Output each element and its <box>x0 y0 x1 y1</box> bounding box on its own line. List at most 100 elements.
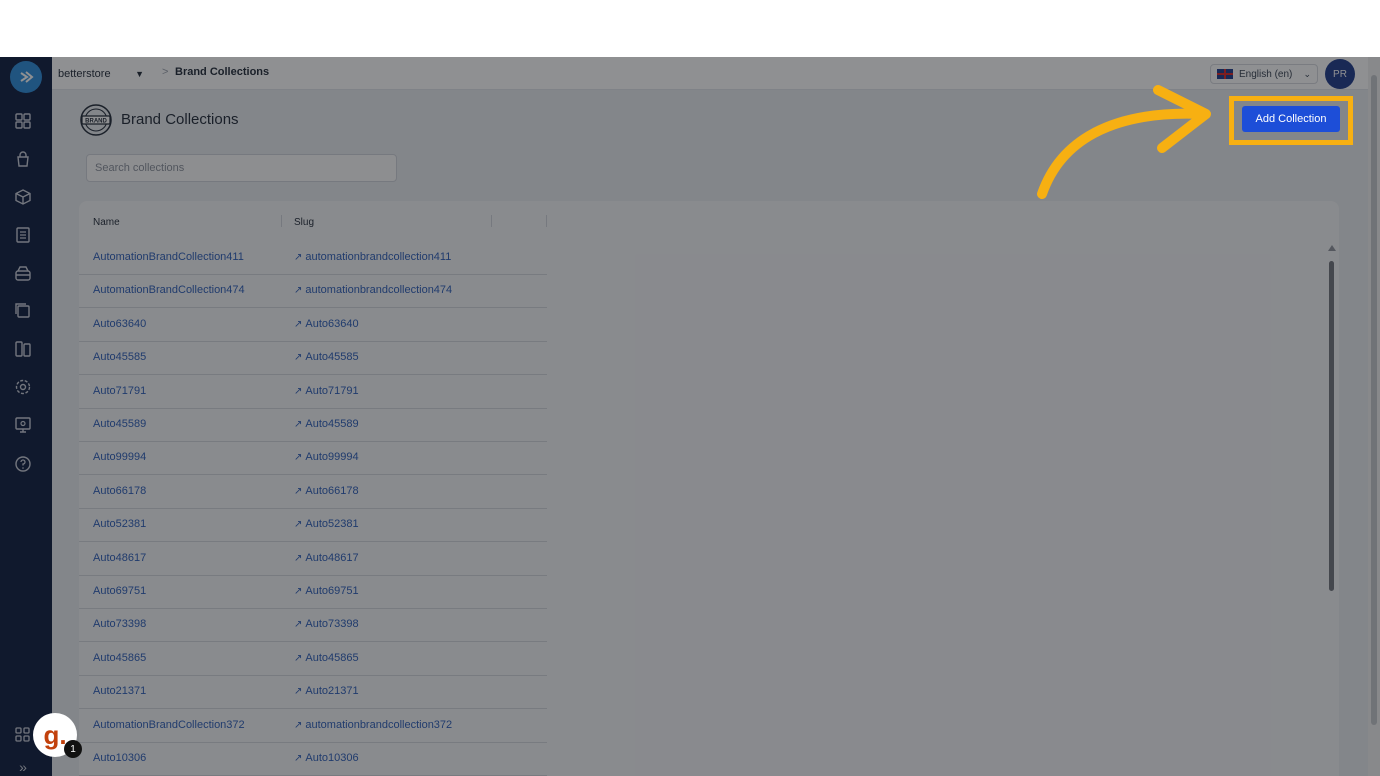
slug-text: automationbrandcollection372 <box>305 718 453 731</box>
scrollbar-thumb[interactable] <box>1371 75 1377 725</box>
highlight-frame <box>1229 96 1353 145</box>
catalog-icon[interactable] <box>13 225 33 245</box>
collection-name-link[interactable]: Auto71791 <box>93 385 146 397</box>
external-link-icon: ↗ <box>294 519 303 531</box>
search-input[interactable]: Search collections <box>86 154 397 182</box>
scrollbar-thumb[interactable] <box>1329 261 1334 591</box>
collection-slug-link[interactable]: ↗ Auto21371 <box>294 685 359 697</box>
collection-slug-link[interactable]: ↗ Auto48617 <box>294 552 359 564</box>
breadcrumb-current: Brand Collections <box>175 66 270 78</box>
table-row[interactable]: Auto63640 ↗ Auto63640 <box>79 308 547 342</box>
slug-text: Auto10306 <box>305 752 359 764</box>
collection-slug-link[interactable]: ↗ Auto71791 <box>294 385 359 397</box>
collection-slug-link[interactable]: ↗ Auto45865 <box>294 652 359 664</box>
chevron-down-icon: ▼ <box>135 69 144 79</box>
collection-slug-link[interactable]: ↗ Auto66178 <box>294 485 359 497</box>
breadcrumb-separator: > <box>162 66 169 78</box>
page-scrollbar[interactable] <box>1368 57 1380 776</box>
slug-text: Auto52381 <box>305 518 359 531</box>
collections-table: Name Slug AutomationBrandCollection411 ↗ a… <box>79 201 1339 776</box>
apps-icon[interactable] <box>13 725 33 745</box>
collection-slug-link[interactable]: ↗ Auto45585 <box>294 351 359 363</box>
slug-text: Auto45585 <box>305 351 359 364</box>
column-divider[interactable] <box>491 215 492 227</box>
collection-name-link[interactable]: Auto99994 <box>93 451 146 463</box>
slug-text: Auto73398 <box>305 618 359 631</box>
table-row[interactable]: Auto10306 ↗ Auto10306 <box>79 742 547 776</box>
dashboard-icon[interactable] <box>13 111 33 131</box>
collection-slug-link[interactable]: ↗ Auto63640 <box>294 318 359 330</box>
slug-text: Auto66178 <box>305 484 359 497</box>
collection-slug-link[interactable]: ↗ Auto45589 <box>294 418 359 430</box>
table-row[interactable]: AutomationBrandCollection411 ↗ automationb… <box>79 241 547 275</box>
collection-slug-link[interactable]: ↗ Auto10306 <box>294 752 359 764</box>
external-link-icon: ↗ <box>294 753 303 764</box>
table-row[interactable]: Auto48617 ↗ Auto48617 <box>79 542 547 576</box>
expand-icon[interactable]: » <box>13 757 33 776</box>
collection-name-link[interactable]: Auto69751 <box>93 585 146 597</box>
pointer-arrow-icon <box>1037 85 1211 199</box>
help-icon[interactable] <box>13 454 33 474</box>
page-title: Brand Collections <box>121 111 239 128</box>
chevron-down-icon: ⌄ <box>1303 68 1311 79</box>
content-icon[interactable] <box>13 339 33 359</box>
table-row[interactable]: Auto45865 ↗ Auto45865 <box>79 642 547 676</box>
collection-name-link[interactable]: Auto66178 <box>93 485 146 497</box>
collection-name-link[interactable]: Auto21371 <box>93 685 146 697</box>
inventory-icon[interactable] <box>13 263 33 283</box>
column-header-name[interactable]: Name <box>93 217 120 228</box>
collection-name-link[interactable]: Auto45589 <box>93 418 146 430</box>
scroll-up-icon[interactable] <box>1328 245 1336 251</box>
table-row[interactable]: AutomationBrandCollection372 ↗ automationb… <box>79 709 547 743</box>
orders-icon[interactable] <box>13 149 33 169</box>
slug-text: Auto45865 <box>305 651 359 664</box>
table-row[interactable]: Auto71791 ↗ Auto71791 <box>79 375 547 409</box>
column-divider[interactable] <box>546 215 547 227</box>
collection-name-link[interactable]: AutomationBrandCollection372 <box>93 719 245 731</box>
products-icon[interactable] <box>13 187 33 207</box>
table-header: Name Slug <box>79 201 1339 241</box>
collection-slug-link[interactable]: ↗ automationbrandcollection411 <box>294 251 451 263</box>
notification-count-badge: 1 <box>64 740 82 758</box>
external-link-icon: ↗ <box>294 352 303 364</box>
collection-name-link[interactable]: Auto48617 <box>93 552 146 564</box>
monitor-icon[interactable] <box>13 415 33 435</box>
table-row[interactable]: Auto99994 ↗ Auto99994 <box>79 441 547 476</box>
column-divider[interactable] <box>281 215 282 227</box>
collection-name-link[interactable]: AutomationBrandCollection474 <box>93 284 245 296</box>
table-scrollbar[interactable] <box>1327 245 1337 776</box>
collection-name-link[interactable]: Auto45865 <box>93 652 146 664</box>
collection-slug-link[interactable]: ↗ Auto52381 <box>294 518 359 530</box>
slug-text: automationbrandcollection474 <box>305 284 453 297</box>
external-link-icon: ↗ <box>294 485 303 497</box>
table-row[interactable]: Auto45589 ↗ Auto45589 <box>79 408 547 442</box>
collection-name-link[interactable]: Auto63640 <box>93 318 146 330</box>
store-name: betterstore <box>58 68 111 80</box>
table-row[interactable]: Auto52381 ↗ Auto52381 <box>79 508 547 543</box>
table-row[interactable]: Auto69751 ↗ Auto69751 <box>79 575 547 609</box>
table-row[interactable]: Auto73398 ↗ Auto73398 <box>79 608 547 643</box>
collection-name-link[interactable]: Auto52381 <box>93 518 146 530</box>
table-row[interactable]: AutomationBrandCollection474 ↗ automationb… <box>79 274 547 309</box>
collections-icon[interactable] <box>13 300 33 320</box>
collection-slug-link[interactable]: ↗ automationbrandcollection372 <box>294 719 452 731</box>
store-selector[interactable]: betterstore ▼ <box>58 65 144 83</box>
collection-name-link[interactable]: Auto73398 <box>93 618 146 630</box>
collection-slug-link[interactable]: ↗ Auto69751 <box>294 585 359 597</box>
app-logo-icon[interactable] <box>10 61 42 93</box>
column-header-slug[interactable]: Slug <box>294 217 314 228</box>
collection-slug-link[interactable]: ↗ automationbrandcollection474 <box>294 284 452 296</box>
avatar[interactable]: PR <box>1325 59 1355 89</box>
slug-text: Auto63640 <box>305 317 359 330</box>
settings-icon[interactable] <box>13 377 33 397</box>
collection-name-link[interactable]: Auto10306 <box>93 752 146 764</box>
language-selector[interactable]: English (en) ⌄ <box>1210 64 1318 84</box>
table-row[interactable]: Auto21371 ↗ Auto21371 <box>79 675 547 710</box>
table-row[interactable]: Auto45585 ↗ Auto45585 <box>79 341 547 376</box>
table-row[interactable]: Auto66178 ↗ Auto66178 <box>79 475 547 509</box>
external-link-icon: ↗ <box>294 552 303 564</box>
collection-name-link[interactable]: AutomationBrandCollection411 <box>93 251 244 263</box>
collection-name-link[interactable]: Auto45585 <box>93 351 146 363</box>
collection-slug-link[interactable]: ↗ Auto73398 <box>294 618 359 630</box>
collection-slug-link[interactable]: ↗ Auto99994 <box>294 451 359 463</box>
